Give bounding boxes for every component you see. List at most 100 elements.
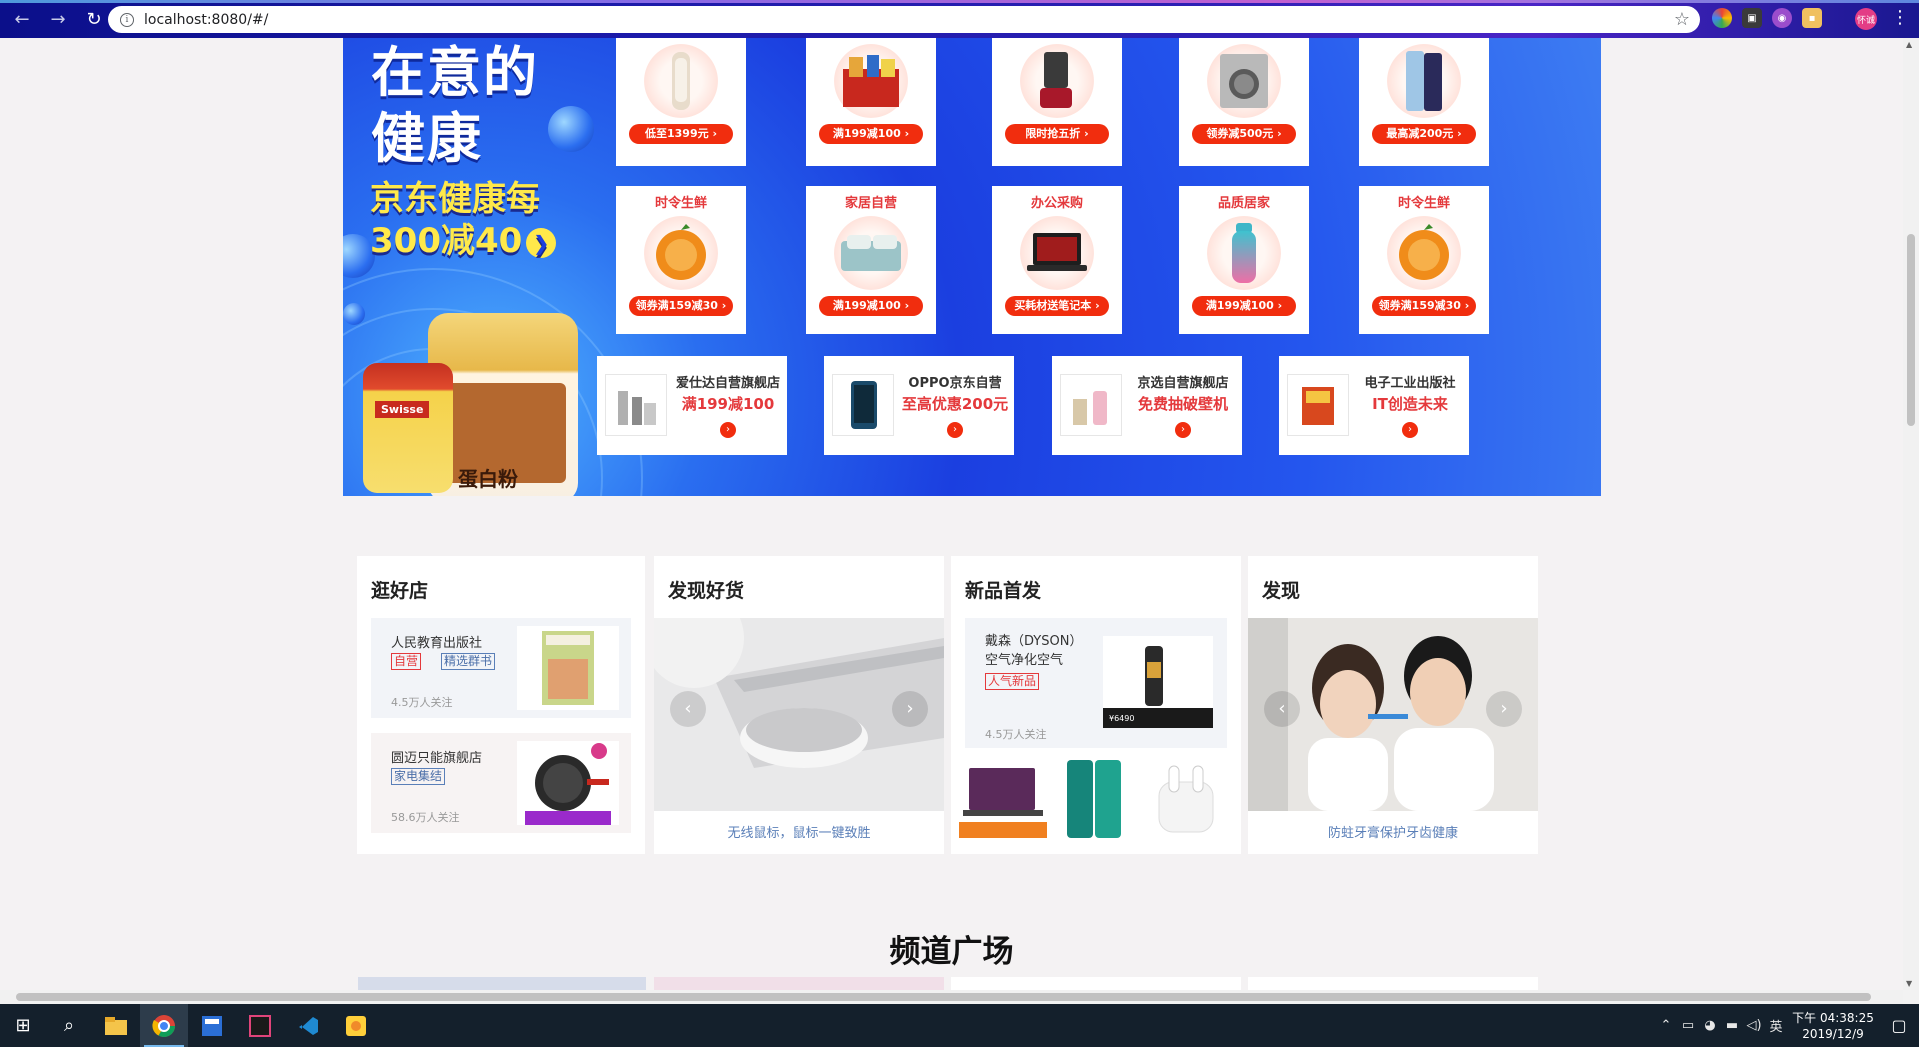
channel-card[interactable]: [358, 977, 646, 990]
store-card[interactable]: OPPO京东自营 至高优惠200元 ›: [824, 356, 1014, 455]
channel-card[interactable]: [654, 977, 944, 990]
ime-indicator[interactable]: 英: [1765, 1016, 1787, 1035]
go-arrow-icon[interactable]: ›: [720, 422, 736, 438]
banner-title-line1: 在意的: [371, 41, 539, 104]
go-arrow-icon[interactable]: ›: [1402, 422, 1418, 438]
calculator-app-icon[interactable]: [188, 1004, 236, 1047]
windows-taskbar: ⊞ ⌕ ⌃ ▭ ◕ ▬ ◁) 英 下午 04:38:25 2019/12/9 ▢: [0, 1004, 1919, 1047]
bookmark-star-icon[interactable]: ☆: [1674, 9, 1690, 30]
scroll-down-icon[interactable]: ▼: [1906, 979, 1912, 988]
product-tile[interactable]: 领券减500元 ›: [1179, 38, 1309, 166]
bedding-icon: [841, 235, 901, 271]
bottle-brand-label: Swisse: [375, 401, 430, 418]
store-name: 电子工业出版社: [1364, 376, 1456, 391]
carousel-next-icon[interactable]: ›: [892, 691, 928, 727]
scroll-up-icon[interactable]: ▲: [1906, 40, 1912, 49]
go-arrow-icon[interactable]: ›: [947, 422, 963, 438]
profile-avatar[interactable]: 怀诚: [1855, 8, 1877, 30]
tile-promo-pill[interactable]: 领券减500元 ›: [1192, 124, 1296, 144]
notification-icon[interactable]: ▢: [1879, 1016, 1919, 1035]
info-icon[interactable]: i: [120, 12, 134, 27]
url-text[interactable]: localhost:8080/#/: [144, 12, 268, 28]
store-card[interactable]: 京选自营旗舰店 免费抽破壁机 ›: [1052, 356, 1242, 455]
file-explorer-icon[interactable]: [92, 1004, 140, 1047]
horizontal-scrollbar[interactable]: [0, 990, 1903, 1004]
health-promo-banner[interactable]: 在意的 健康 京东健康每 300减40 ❯ 蛋白粉 Swisse 低至1399元 …: [343, 38, 1601, 496]
go-arrow-icon[interactable]: ›: [1175, 422, 1191, 438]
tile-promo-pill[interactable]: 满199减100 ›: [819, 124, 923, 144]
banner-title-line2: 健康: [371, 107, 483, 170]
vscode-icon[interactable]: [284, 1004, 332, 1047]
product-tile[interactable]: 低至1399元 ›: [616, 38, 746, 166]
windows-start-icon[interactable]: ⊞: [0, 1004, 46, 1047]
tray-chevron-icon[interactable]: ⌃: [1655, 1018, 1677, 1033]
tile-promo-pill[interactable]: 低至1399元 ›: [629, 124, 733, 144]
tile-promo-pill[interactable]: 领券满159减30 ›: [629, 296, 733, 316]
reload-icon[interactable]: ↻: [80, 5, 108, 33]
battery-icon[interactable]: ▬: [1721, 1018, 1743, 1033]
phone-product-image[interactable]: [1061, 756, 1127, 842]
tile-promo-pill[interactable]: 满199减100 ›: [819, 296, 923, 316]
vertical-scrollbar[interactable]: ▲ ▼: [1903, 38, 1919, 990]
airpods-product-image[interactable]: [1151, 758, 1221, 838]
qq-tray-icon[interactable]: ◕: [1699, 1018, 1721, 1033]
tile-promo-pill[interactable]: 领券满159减30 ›: [1372, 296, 1476, 316]
section-title: 发现: [1262, 580, 1301, 602]
tile-promo-pill[interactable]: 买耗材送笔记本 ›: [1005, 296, 1109, 316]
carousel-caption[interactable]: 防蛀牙膏保护牙齿健康: [1248, 822, 1538, 841]
scroll-thumb[interactable]: [16, 993, 1871, 1001]
carousel-caption[interactable]: 无线鼠标，鼠标一键致胜: [654, 822, 944, 841]
self-operated-tag: 自营: [391, 653, 422, 670]
frying-pan-icon: [525, 743, 611, 825]
product-tile[interactable]: 最高减200元 ›: [1359, 38, 1489, 166]
store-offer: 至高优惠200元: [901, 395, 1009, 413]
channel-card[interactable]: [951, 977, 1241, 990]
product-tile[interactable]: 时令生鲜 领券满159减30 ›: [616, 186, 746, 334]
scroll-thumb[interactable]: [1907, 234, 1915, 426]
page-viewport: 在意的 健康 京东健康每 300减40 ❯ 蛋白粉 Swisse 低至1399元 …: [0, 38, 1903, 990]
product-tile[interactable]: 家居自营 满199减100 ›: [806, 186, 936, 334]
frying-pan-image: [517, 741, 619, 825]
forward-icon[interactable]: →: [44, 5, 72, 33]
system-clock[interactable]: 下午 04:38:25 2019/12/9: [1787, 1010, 1879, 1042]
back-icon[interactable]: ←: [8, 5, 36, 33]
volume-icon[interactable]: ◁): [1743, 1018, 1765, 1033]
carousel-next-icon[interactable]: ›: [1486, 691, 1522, 727]
search-icon[interactable]: ⌕: [46, 1004, 92, 1047]
carousel-prev-icon[interactable]: ‹: [670, 691, 706, 727]
channel-card[interactable]: [1248, 977, 1538, 990]
image-viewer-icon[interactable]: [332, 1004, 380, 1047]
book-cover-image: [517, 626, 619, 710]
tile-promo-pill[interactable]: 满199减100 ›: [1192, 296, 1296, 316]
tile-promo-pill[interactable]: 最高减200元 ›: [1372, 124, 1476, 144]
product-tile[interactable]: 品质居家 满199减100 ›: [1179, 186, 1309, 334]
carousel-prev-icon[interactable]: ‹: [1264, 691, 1300, 727]
chrome-taskbar-icon[interactable]: [140, 1004, 188, 1047]
store-card[interactable]: 电子工业出版社 IT创造未来 ›: [1279, 356, 1469, 455]
address-bar[interactable]: i localhost:8080/#/ ☆: [108, 6, 1700, 33]
banner-promo-line2: 300减40: [370, 221, 523, 261]
tile-promo-pill[interactable]: 限时抢五折 ›: [1005, 124, 1109, 144]
snack-box-icon: [843, 55, 899, 107]
tile-category: 时令生鲜: [654, 196, 707, 211]
product-tile[interactable]: 办公采购 买耗材送笔记本 ›: [992, 186, 1122, 334]
emoji-extension-icon[interactable]: ▪: [1802, 8, 1822, 28]
browser-menu-icon[interactable]: ⋮: [1891, 8, 1909, 28]
product-tile[interactable]: 限时抢五折 ›: [992, 38, 1122, 166]
network-icon[interactable]: ▭: [1677, 1018, 1699, 1033]
featured-product[interactable]: 戴森（DYSON） 空气净化空气 人气新品 4.5万人关注 ¥6490: [965, 618, 1227, 748]
translate-extension-icon[interactable]: ◉: [1772, 8, 1792, 28]
promo-arrow-icon[interactable]: ❯: [526, 227, 557, 258]
product-tile[interactable]: 时令生鲜 领券满159减30 ›: [1359, 186, 1489, 334]
banner-promo[interactable]: 京东健康每 300减40 ❯: [370, 178, 557, 262]
reader-extension-icon[interactable]: ▣: [1742, 8, 1762, 28]
store-card[interactable]: 爱仕达自营旗舰店 满199减100 ›: [597, 356, 787, 455]
product-tile[interactable]: 满199减100 ›: [806, 38, 936, 166]
tile-category: 办公采购: [1030, 196, 1083, 211]
shop-item[interactable]: 圆迈只能旗舰店 家电集结 58.6万人关注: [371, 733, 631, 833]
laptop-product-image[interactable]: [959, 754, 1047, 840]
product-name-line2: 空气净化空气: [985, 653, 1064, 668]
shop-item[interactable]: 人民教育出版社 自营 精选群书 4.5万人关注: [371, 618, 631, 718]
jetbrains-ide-icon[interactable]: [236, 1004, 284, 1047]
chrome-extension-icon[interactable]: [1712, 8, 1732, 28]
